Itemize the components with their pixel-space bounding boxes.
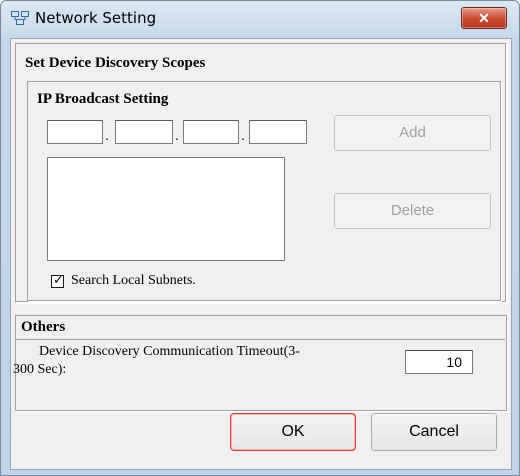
ok-button[interactable]: OK <box>230 413 356 451</box>
others-heading: Others <box>21 319 66 335</box>
search-local-subnets-checkbox[interactable]: ✓ <box>51 273 64 288</box>
close-button[interactable]: ✕ <box>461 7 507 29</box>
timeout-label-line1: Device Discovery Communication Timeout(3… <box>39 344 300 359</box>
timeout-label-line2: 300 Sec): <box>13 362 67 377</box>
window-title: Network Setting <box>35 9 157 27</box>
ip-address-listbox[interactable] <box>47 157 285 261</box>
ip-octet-3-input[interactable] <box>183 120 239 144</box>
network-setting-icon <box>11 11 29 25</box>
cancel-button[interactable]: Cancel <box>371 413 497 451</box>
checkmark-icon: ✓ <box>53 273 64 288</box>
close-icon: ✕ <box>478 10 490 26</box>
ip-separator: . <box>241 127 245 143</box>
ip-octet-1-input[interactable] <box>47 120 103 144</box>
ip-octet-2-input[interactable] <box>115 120 173 144</box>
ip-separator: . <box>175 127 179 143</box>
ip-octet-4-input[interactable] <box>249 120 307 144</box>
ip-separator: . <box>105 127 109 143</box>
discovery-scopes-heading: Set Device Discovery Scopes <box>25 55 206 71</box>
ip-broadcast-heading: IP Broadcast Setting <box>37 91 169 107</box>
dialog-client-area: Set Device Discovery Scopes IP Broadcast… <box>10 38 512 470</box>
timeout-input[interactable]: 10 <box>405 350 473 374</box>
timeout-label: Device Discovery Communication Timeout(3… <box>13 343 383 379</box>
add-button[interactable]: Add <box>334 115 491 151</box>
title-bar[interactable]: Network Setting ✕ <box>1 1 519 37</box>
search-local-subnets-label: Search Local Subnets. <box>71 273 196 288</box>
delete-button[interactable]: Delete <box>334 193 491 229</box>
network-setting-window: Network Setting ✕ Set Device Discovery S… <box>0 0 520 476</box>
